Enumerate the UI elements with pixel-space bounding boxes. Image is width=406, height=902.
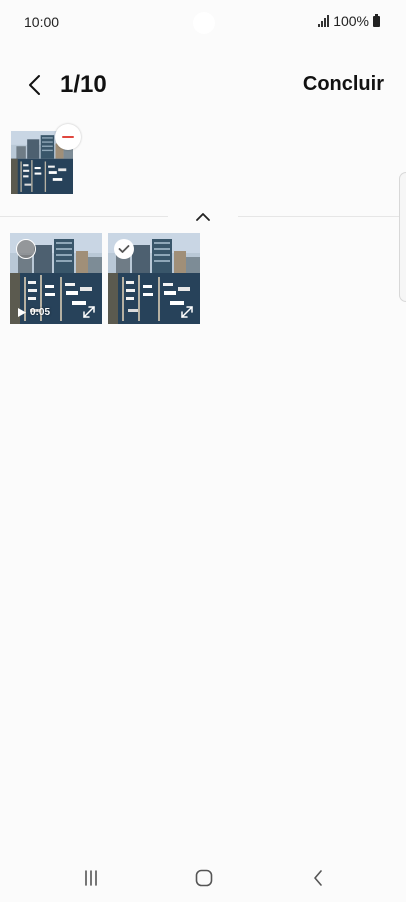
video-duration: 0:05 [18, 307, 50, 318]
divider [0, 216, 168, 217]
status-indicators: 100% [318, 13, 380, 29]
header: 1/10 Concluir [0, 60, 406, 110]
back-icon [314, 870, 322, 886]
play-icon [18, 308, 26, 317]
recents-icon [85, 870, 97, 886]
back-nav-button[interactable] [298, 864, 338, 892]
home-button[interactable] [184, 864, 224, 892]
minus-icon [62, 136, 74, 138]
select-checkbox[interactable] [16, 239, 36, 259]
selection-counter: 1/10 [60, 71, 107, 98]
media-item-video[interactable]: 0:05 [10, 233, 102, 324]
expand-icon[interactable] [180, 305, 194, 319]
battery-level: 100% [333, 13, 369, 29]
chevron-up-icon [196, 212, 210, 221]
select-checkbox-checked[interactable] [114, 239, 134, 259]
remove-selection-button[interactable] [55, 124, 81, 150]
status-time: 10:00 [24, 14, 60, 30]
edge-panel-handle[interactable] [399, 172, 406, 302]
duration-label: 0:05 [30, 307, 51, 318]
home-icon [195, 869, 213, 887]
recents-button[interactable] [71, 864, 111, 892]
chevron-left-icon [29, 75, 40, 95]
media-item-photo[interactable] [108, 233, 200, 324]
back-button[interactable] [18, 68, 52, 102]
camera-cutout [193, 12, 215, 34]
status-bar: 10:00 100% [0, 0, 406, 44]
done-button[interactable]: Concluir [303, 73, 384, 96]
navigation-bar [0, 854, 406, 902]
divider [238, 216, 406, 217]
check-icon [118, 245, 130, 253]
expand-icon[interactable] [82, 305, 96, 319]
battery-icon [373, 13, 380, 27]
collapse-tray-button[interactable] [192, 207, 214, 225]
signal-icon [318, 15, 330, 27]
